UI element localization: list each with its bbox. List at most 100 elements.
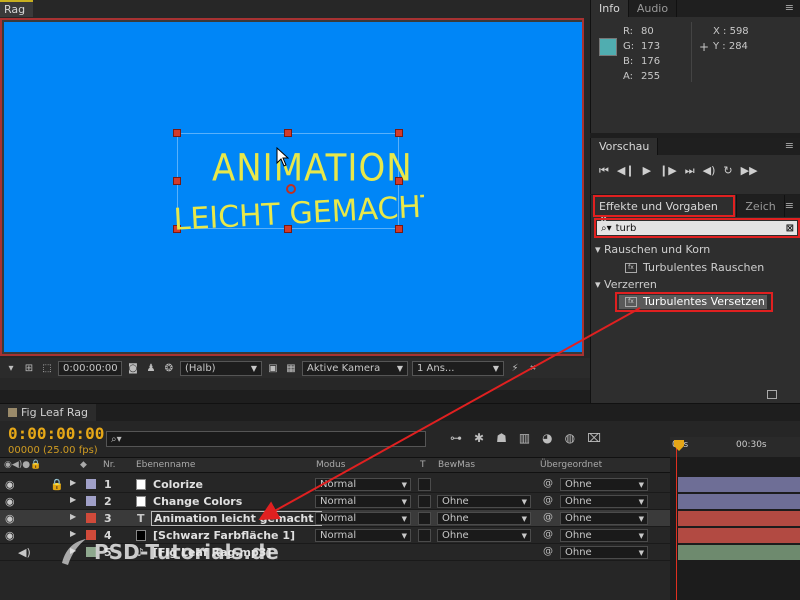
loop-icon[interactable]: ↻: [723, 164, 732, 178]
panel-menu-icon[interactable]: ≡: [785, 195, 800, 217]
tab-audio[interactable]: Audio: [629, 0, 678, 17]
label-color[interactable]: [86, 479, 96, 489]
preserve-transparency-toggle[interactable]: [418, 512, 431, 525]
col-trkmat[interactable]: BewMas: [438, 460, 475, 470]
pickwhip-icon[interactable]: @: [543, 478, 553, 489]
category-rauschen[interactable]: ▾ Rauschen und Korn: [595, 243, 710, 256]
mode-dropdown[interactable]: Normal ▼: [315, 529, 411, 542]
eye-icon[interactable]: ◉: [5, 512, 15, 525]
prev-frame-icon[interactable]: ◀❙: [617, 164, 635, 178]
pickwhip-icon[interactable]: @: [543, 495, 553, 506]
panel-menu-icon[interactable]: ≡: [785, 138, 800, 155]
trkmat-dropdown[interactable]: Ohne ▼: [437, 512, 531, 525]
layer-duration-bar[interactable]: [678, 494, 800, 509]
col-mode[interactable]: Modus: [316, 460, 345, 470]
tab-zeichen[interactable]: Zeich: [737, 195, 785, 217]
last-frame-icon[interactable]: ⏭: [685, 164, 695, 178]
preserve-transparency-toggle[interactable]: [418, 529, 431, 542]
effects-search-input[interactable]: ⌕▾ turb ⊠: [597, 221, 797, 235]
magnify-icon[interactable]: ▾: [4, 361, 18, 375]
fast-preview-icon[interactable]: ⚡: [508, 361, 522, 375]
parent-dropdown[interactable]: Ohne ▼: [560, 529, 648, 542]
pickwhip-icon[interactable]: @: [543, 546, 553, 557]
panel-menu-icon[interactable]: ≡: [785, 0, 800, 17]
expand-arrow-icon[interactable]: ▶: [70, 478, 76, 487]
current-time-indicator[interactable]: [676, 440, 677, 600]
tab-info[interactable]: Info: [591, 0, 629, 17]
trkmat-dropdown[interactable]: Ohne ▼: [437, 529, 531, 542]
tab-fig-leaf-rag[interactable]: Fig Leaf Rag: [0, 404, 96, 421]
speaker-icon[interactable]: ◀): [18, 546, 31, 559]
layer-row[interactable]: ◉ ▶ 2 Change Colors Normal ▼ Ohne ▼ @ Ohne…: [0, 493, 670, 510]
parent-dropdown[interactable]: Ohne ▼: [560, 546, 648, 559]
preserve-transparency-toggle[interactable]: [418, 478, 431, 491]
viewer-timecode[interactable]: 0:00:00:00: [58, 360, 122, 376]
timeline-timecode[interactable]: 0:00:00:00: [8, 424, 104, 443]
tab-vorschau[interactable]: Vorschau: [591, 138, 659, 155]
color-channels-icon[interactable]: ❂: [162, 361, 176, 375]
eye-icon[interactable]: ◉: [5, 478, 15, 491]
motion-blur-icon[interactable]: ◕: [542, 431, 552, 445]
person-icon[interactable]: ♟: [144, 361, 158, 375]
eye-icon[interactable]: ◉: [5, 529, 15, 542]
parent-dropdown[interactable]: Ohne ▼: [560, 512, 648, 525]
label-color[interactable]: [86, 496, 96, 506]
mode-dropdown[interactable]: Normal ▼: [315, 478, 411, 491]
layer-duration-bar[interactable]: [678, 528, 800, 543]
anchor-point[interactable]: [286, 184, 296, 194]
play-icon[interactable]: ▶: [643, 164, 651, 178]
trkmat-dropdown[interactable]: Ohne ▼: [437, 495, 531, 508]
draft-3d-icon[interactable]: ✱: [474, 431, 484, 445]
composition-canvas[interactable]: ANIMATION LEICHT GEMACHT!: [4, 22, 582, 352]
transparency-grid-icon[interactable]: ▦: [284, 361, 298, 375]
camera-icon[interactable]: ◙: [126, 361, 140, 375]
expand-arrow-icon[interactable]: ▶: [70, 512, 76, 521]
category-verzerren[interactable]: ▾ Verzerren: [595, 278, 657, 291]
views-dropdown[interactable]: 1 Ans... ▼: [412, 360, 504, 376]
graph-editor-icon[interactable]: ◍: [565, 431, 575, 445]
new-preset-icon[interactable]: [767, 390, 777, 399]
roi-icon[interactable]: ▣: [266, 361, 280, 375]
col-nr[interactable]: Nr.: [103, 460, 115, 470]
parent-dropdown[interactable]: Ohne ▼: [560, 495, 648, 508]
layer-name[interactable]: Animation leicht gemacht!: [151, 511, 322, 526]
effect-item[interactable]: fx Turbulentes Rauschen: [625, 261, 764, 274]
grid-icon[interactable]: ⊞: [22, 361, 36, 375]
camera-dropdown[interactable]: Aktive Kamera ▼: [302, 360, 408, 376]
layer-row-selected[interactable]: ◉ ▶ 3 T Animation leicht gemacht! Normal…: [0, 510, 670, 527]
mode-dropdown[interactable]: Normal ▼: [315, 495, 411, 508]
pickwhip-icon[interactable]: @: [543, 529, 553, 540]
layer-duration-bar[interactable]: [678, 511, 800, 526]
flowchart-icon[interactable]: ⌗: [526, 361, 540, 375]
layer-name[interactable]: Colorize: [153, 478, 203, 491]
resolution-dropdown[interactable]: (Halb) ▼: [180, 360, 262, 376]
layer-row[interactable]: ◉ 🔒 ▶ 1 Colorize Normal ▼ @ Ohne ▼: [0, 476, 670, 493]
clear-search-icon[interactable]: ⊠: [786, 223, 797, 234]
label-color[interactable]: [86, 513, 96, 523]
col-name[interactable]: Ebenenname: [136, 460, 195, 470]
shy-icon[interactable]: ☗: [496, 431, 507, 445]
pickwhip-icon[interactable]: @: [543, 512, 553, 523]
composition-flowchart-icon[interactable]: ⊶: [450, 431, 462, 445]
layer-duration-bar[interactable]: [678, 477, 800, 492]
col-parent[interactable]: Übergeordnet: [540, 460, 602, 470]
comp-marker-icon[interactable]: ⌧: [587, 431, 601, 445]
layer-name[interactable]: Change Colors: [153, 495, 242, 508]
lock-icon[interactable]: 🔒: [50, 478, 64, 491]
audio-icon[interactable]: ◀): [703, 164, 716, 178]
cti-head-icon[interactable]: [674, 440, 684, 452]
ram-preview-icon[interactable]: ▶▶: [741, 164, 758, 178]
next-frame-icon[interactable]: ❙▶: [659, 164, 677, 178]
expand-arrow-icon[interactable]: ▶: [70, 495, 76, 504]
col-t[interactable]: T: [420, 460, 426, 470]
mode-dropdown[interactable]: Normal ▼: [315, 512, 411, 525]
viewer-tab[interactable]: Rag: [0, 0, 34, 17]
parent-dropdown[interactable]: Ohne ▼: [560, 478, 648, 491]
preserve-transparency-toggle[interactable]: [418, 495, 431, 508]
frame-blending-icon[interactable]: ▥: [519, 431, 530, 445]
region-icon[interactable]: ⬚: [40, 361, 54, 375]
eye-icon[interactable]: ◉: [5, 495, 15, 508]
first-frame-icon[interactable]: ⏮: [599, 164, 609, 178]
timeline-search-input[interactable]: ⌕▾: [106, 431, 426, 447]
layer-duration-bar[interactable]: [678, 545, 800, 560]
